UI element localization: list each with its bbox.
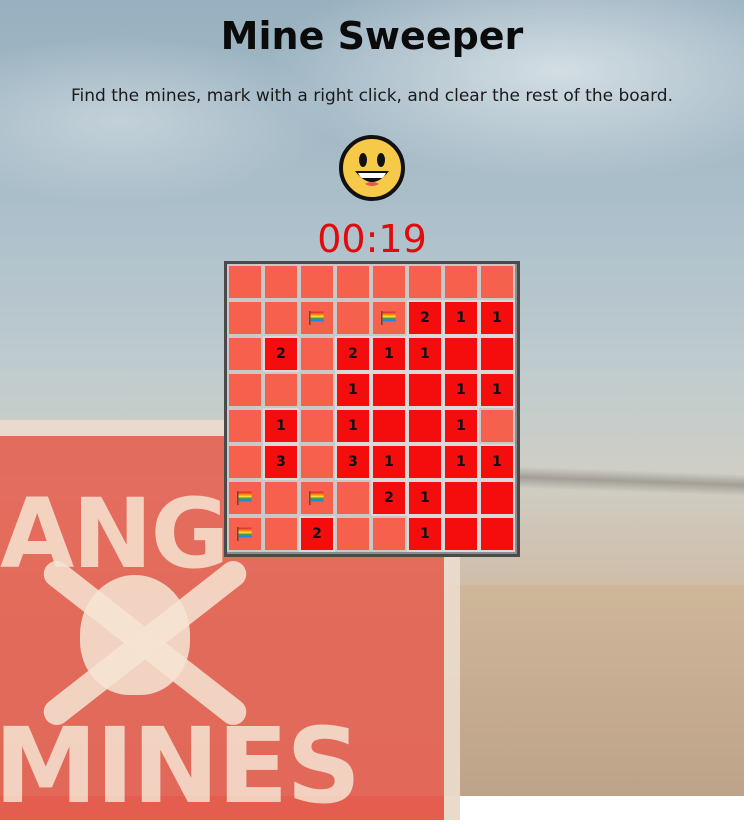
- cell-number-label: 2: [312, 526, 322, 542]
- cell-number-label: 1: [456, 382, 466, 398]
- cell-flagged[interactable]: [299, 480, 335, 516]
- cell-number[interactable]: 1: [443, 300, 479, 336]
- cell-number-label: 2: [348, 346, 358, 362]
- cell-number[interactable]: 1: [479, 300, 515, 336]
- flag-icon: [308, 490, 326, 506]
- cell-number[interactable]: 1: [407, 480, 443, 516]
- cell-number[interactable]: 1: [443, 408, 479, 444]
- cell-hidden[interactable]: [227, 372, 263, 408]
- cell-flagged[interactable]: [371, 300, 407, 336]
- cell-hidden[interactable]: [299, 444, 335, 480]
- flag-icon: [308, 310, 326, 326]
- cell-number[interactable]: 1: [479, 444, 515, 480]
- cell-number-label: 1: [420, 490, 430, 506]
- cell-hidden[interactable]: [371, 516, 407, 552]
- page-title: Mine Sweeper: [220, 14, 524, 58]
- cell-number[interactable]: 1: [371, 444, 407, 480]
- cell-hidden[interactable]: [263, 264, 299, 300]
- cell-hidden[interactable]: [299, 408, 335, 444]
- cell-hidden[interactable]: [263, 516, 299, 552]
- cell-revealed[interactable]: [407, 372, 443, 408]
- flag-icon: [380, 310, 398, 326]
- cell-hidden[interactable]: [335, 480, 371, 516]
- cell-number[interactable]: 2: [299, 516, 335, 552]
- cell-number[interactable]: 1: [371, 336, 407, 372]
- cell-revealed[interactable]: [479, 480, 515, 516]
- cell-hidden[interactable]: [299, 372, 335, 408]
- cell-number[interactable]: 2: [335, 336, 371, 372]
- cell-hidden[interactable]: [479, 408, 515, 444]
- cell-revealed[interactable]: [371, 372, 407, 408]
- cell-number[interactable]: 1: [335, 372, 371, 408]
- cell-number-label: 2: [384, 490, 394, 506]
- cell-number-label: 1: [384, 346, 394, 362]
- cell-hidden[interactable]: [335, 516, 371, 552]
- cell-hidden[interactable]: [407, 264, 443, 300]
- timer: 00:19: [317, 217, 427, 261]
- cell-number-label: 3: [348, 454, 358, 470]
- cell-revealed[interactable]: [479, 516, 515, 552]
- cell-flagged[interactable]: [227, 480, 263, 516]
- cell-number[interactable]: 2: [407, 300, 443, 336]
- cell-number[interactable]: 1: [263, 408, 299, 444]
- cell-number-label: 1: [420, 526, 430, 542]
- cell-hidden[interactable]: [371, 264, 407, 300]
- cell-number-label: 1: [384, 454, 394, 470]
- instructions-text: Find the mines, mark with a right click,…: [71, 86, 673, 106]
- cell-revealed[interactable]: [407, 444, 443, 480]
- cell-revealed[interactable]: [443, 516, 479, 552]
- cell-number-label: 2: [420, 310, 430, 326]
- cell-number-label: 1: [456, 310, 466, 326]
- cell-hidden[interactable]: [227, 444, 263, 480]
- cell-number-label: 1: [420, 346, 430, 362]
- cell-number[interactable]: 1: [335, 408, 371, 444]
- cell-number-label: 1: [348, 382, 358, 398]
- cell-number[interactable]: 3: [263, 444, 299, 480]
- cell-number[interactable]: 1: [407, 336, 443, 372]
- cell-hidden[interactable]: [227, 300, 263, 336]
- cell-number[interactable]: 1: [443, 372, 479, 408]
- cell-number[interactable]: 1: [479, 372, 515, 408]
- cell-number-label: 1: [348, 418, 358, 434]
- smiley-face-icon[interactable]: [337, 133, 407, 203]
- cell-number[interactable]: 1: [443, 444, 479, 480]
- cell-hidden[interactable]: [227, 408, 263, 444]
- cell-number-label: 1: [276, 418, 286, 434]
- cell-revealed[interactable]: [443, 336, 479, 372]
- cell-revealed[interactable]: [443, 480, 479, 516]
- cell-number-label: 1: [456, 454, 466, 470]
- cell-number-label: 2: [276, 346, 286, 362]
- cell-hidden[interactable]: [227, 336, 263, 372]
- cell-hidden[interactable]: [227, 264, 263, 300]
- cell-hidden[interactable]: [263, 480, 299, 516]
- cell-hidden[interactable]: [299, 336, 335, 372]
- cell-number[interactable]: 2: [371, 480, 407, 516]
- cell-revealed[interactable]: [407, 408, 443, 444]
- cell-hidden[interactable]: [263, 372, 299, 408]
- cell-hidden[interactable]: [335, 300, 371, 336]
- cell-hidden[interactable]: [479, 264, 515, 300]
- cell-hidden[interactable]: [335, 264, 371, 300]
- flag-icon: [236, 490, 254, 506]
- cell-number[interactable]: 1: [407, 516, 443, 552]
- cell-hidden[interactable]: [263, 300, 299, 336]
- cell-hidden[interactable]: [299, 264, 335, 300]
- cell-revealed[interactable]: [479, 336, 515, 372]
- cell-number-label: 1: [492, 382, 502, 398]
- cell-number-label: 1: [492, 310, 502, 326]
- cell-number[interactable]: 2: [263, 336, 299, 372]
- game-container: Mine Sweeper Find the mines, mark with a…: [0, 0, 744, 557]
- cell-flagged[interactable]: [299, 300, 335, 336]
- flag-icon: [236, 526, 254, 542]
- cell-number-label: 1: [456, 418, 466, 434]
- cell-number[interactable]: 3: [335, 444, 371, 480]
- cell-revealed[interactable]: [371, 408, 407, 444]
- cell-flagged[interactable]: [227, 516, 263, 552]
- cell-hidden[interactable]: [443, 264, 479, 300]
- cell-number-label: 1: [492, 454, 502, 470]
- minefield-board: 2 1 1 2 2 1 1 1 1 1 1 1 1 3 3 1 1 1 2 1 2 1: [224, 261, 520, 557]
- cell-number-label: 3: [276, 454, 286, 470]
